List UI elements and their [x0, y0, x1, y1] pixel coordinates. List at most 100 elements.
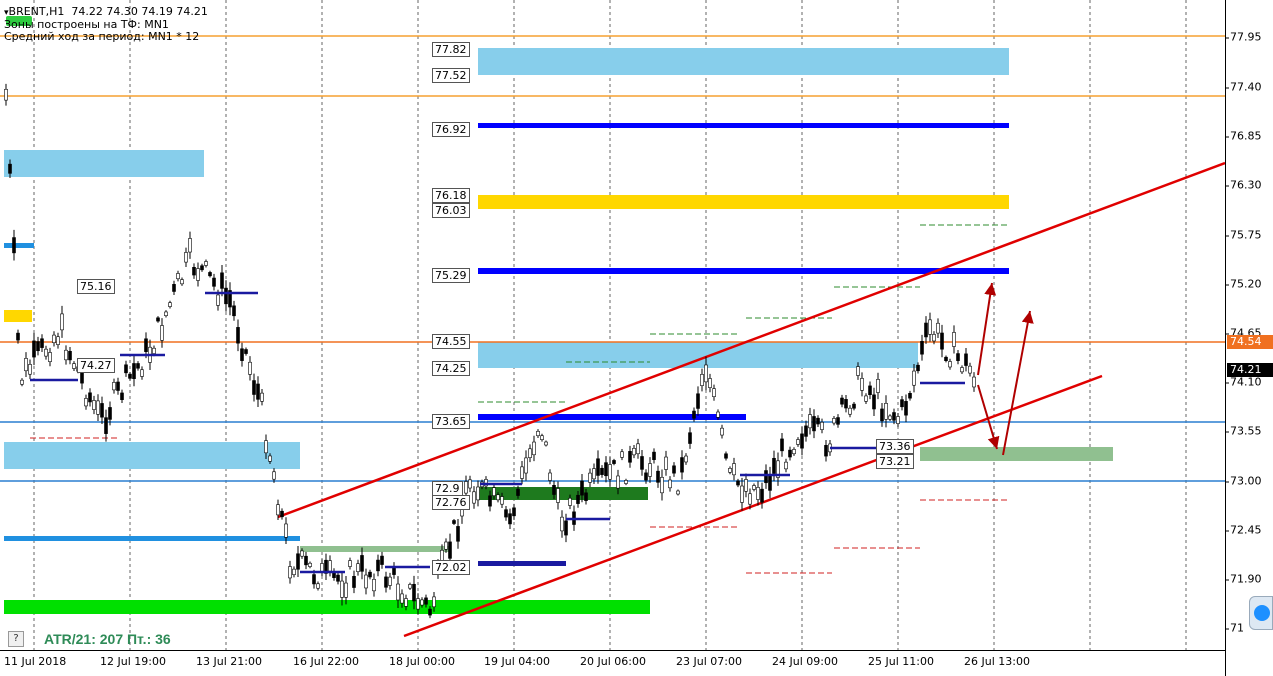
candle-body: [740, 485, 744, 503]
candle-body: [244, 349, 248, 354]
candle-body: [12, 237, 16, 254]
candle-body: [220, 272, 224, 289]
candle-body: [496, 494, 500, 501]
price-tick: 73.00: [1226, 474, 1262, 488]
price-tick: 75.20: [1226, 277, 1262, 291]
candle-body: [128, 373, 132, 379]
candle-body: [632, 447, 636, 456]
help-button[interactable]: ?: [8, 631, 24, 647]
candle-body: [116, 381, 120, 391]
candle-body: [616, 475, 620, 489]
price-tick: 73.55: [1226, 424, 1262, 438]
price-chart[interactable]: [0, 0, 1225, 650]
price-tick: 76.30: [1226, 178, 1262, 192]
candle-body: [212, 277, 216, 287]
level-bar: [478, 123, 1009, 128]
zone-label: 74.25: [432, 361, 470, 376]
zone-label: 75.16: [77, 279, 115, 294]
candle-body: [808, 414, 812, 429]
candle-body: [512, 507, 516, 517]
candle-body: [744, 479, 748, 492]
candle-body: [832, 418, 836, 424]
candle-body: [684, 455, 688, 463]
candle-body: [316, 583, 320, 589]
candle-body: [464, 481, 468, 494]
ohlc-values: 74.22 74.30 74.19 74.21: [71, 5, 208, 18]
candle-body: [628, 451, 632, 463]
candle-body: [912, 370, 916, 386]
price-tick: 71: [1226, 621, 1244, 635]
candle-body: [644, 472, 648, 481]
candle-body: [184, 252, 188, 263]
candle-body: [188, 238, 192, 253]
candle-body: [556, 488, 560, 503]
candle-body: [456, 526, 460, 542]
candle-body: [956, 353, 960, 361]
candle-body: [592, 468, 596, 480]
price-tick: 76.85: [1226, 129, 1262, 143]
candle-body: [32, 340, 36, 358]
level-bar: [478, 561, 566, 566]
candle-body: [164, 311, 168, 316]
zone-label: 75.29: [432, 268, 470, 283]
candle-body: [656, 470, 660, 483]
time-tick: 18 Jul 00:00: [389, 655, 455, 668]
candle-body: [360, 555, 364, 572]
candle-body: [696, 393, 700, 409]
candle-body: [8, 163, 12, 174]
candle-body: [772, 457, 776, 474]
candle-body: [156, 317, 160, 322]
candle-body: [4, 88, 8, 101]
side-panel-toggle[interactable]: [1249, 596, 1273, 630]
candle-body: [380, 555, 384, 565]
candle-body: [688, 432, 692, 444]
candle-body: [724, 453, 728, 459]
orange-level-marker: 74.54: [1227, 335, 1273, 349]
current-price-marker: 74.21: [1227, 363, 1273, 377]
candle-body: [716, 411, 720, 418]
candle-body: [552, 485, 556, 495]
candle-body: [412, 583, 416, 602]
time-tick: 23 Jul 07:00: [676, 655, 742, 668]
forecast-arrow: [977, 282, 997, 376]
time-tick: 26 Jul 13:00: [964, 655, 1030, 668]
chart-area[interactable]: BRENT,H1 74.22 74.30 74.19 74.21 Зоны по…: [0, 0, 1225, 650]
time-axis[interactable]: 11 Jul 2018 12 Jul 19:00 13 Jul 21:00 16…: [0, 650, 1225, 676]
zone-label: 72.02: [432, 560, 470, 575]
candle-body: [388, 576, 392, 586]
candle-body: [972, 376, 976, 388]
candle-body: [36, 341, 40, 352]
candle-body: [612, 460, 616, 464]
price-axis[interactable]: 77.95 77.40 76.85 76.30 75.75 75.20 74.6…: [1225, 0, 1273, 676]
candle-body: [308, 562, 312, 567]
candle-body: [108, 407, 112, 420]
candle-body: [624, 480, 628, 484]
candle-body: [692, 410, 696, 419]
candle-body: [444, 541, 448, 550]
candle-body: [672, 465, 676, 474]
candle-body: [680, 457, 684, 473]
candle-body: [944, 356, 948, 361]
candle-body: [216, 294, 220, 306]
zone-rect: [478, 195, 1009, 209]
candle-body: [40, 338, 44, 348]
candle-body: [640, 456, 644, 470]
candle-body: [500, 496, 504, 505]
candle-body: [812, 416, 816, 432]
candle-body: [60, 313, 64, 331]
candle-body: [736, 480, 740, 486]
candle-body: [576, 494, 580, 504]
candle-body: [908, 393, 912, 399]
candle-body: [636, 443, 640, 455]
zone-label: 72.76: [432, 495, 470, 510]
candle-body: [276, 504, 280, 516]
candle-body: [312, 574, 316, 585]
candle-body: [288, 566, 292, 579]
teamviewer-icon: [1254, 605, 1270, 621]
candle-body: [836, 417, 840, 425]
price-tick: 77.40: [1226, 80, 1262, 94]
candle-body: [788, 449, 792, 458]
candle-body: [504, 509, 508, 518]
candle-body: [540, 435, 544, 440]
candle-body: [328, 560, 332, 572]
